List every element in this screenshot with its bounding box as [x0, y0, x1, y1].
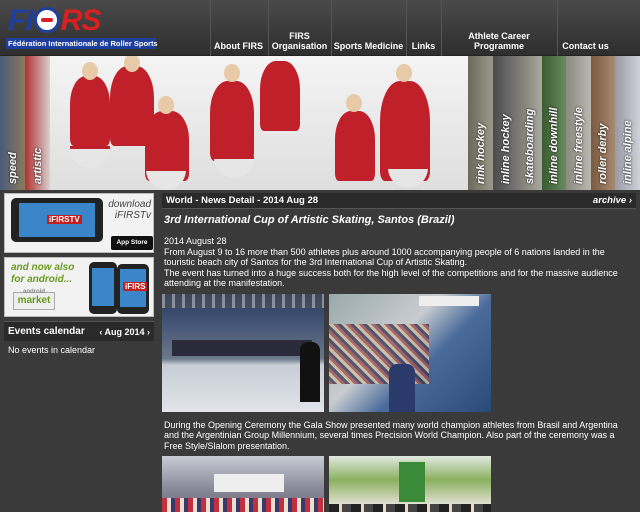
- archive-link[interactable]: archive ›: [593, 195, 632, 206]
- tab-inline-downhill[interactable]: inline downhill: [542, 56, 566, 190]
- sidebar: iFIRSTV download iFIRSTv App Store and no…: [4, 193, 157, 359]
- news-section-bar: World - News Detail - 2014 Aug 28 archiv…: [162, 193, 636, 209]
- tab-inline-hockey[interactable]: inline hockey: [493, 56, 518, 190]
- photo-crowd[interactable]: [329, 293, 491, 412]
- events-calendar-header: Events calendar ‹ Aug 2014 ›: [4, 321, 154, 341]
- android-promo-title: and now also for android...: [11, 262, 75, 285]
- banner-left-tabs: speed artistic: [0, 56, 50, 190]
- article-paragraph-1: From August 9 to 16 more than 500 athlet…: [164, 246, 605, 268]
- android-app-promo[interactable]: and now also for android... android marke…: [4, 257, 154, 317]
- tab-speed[interactable]: speed: [0, 56, 25, 190]
- photo-caption: During the Opening Ceremony the Gala Sho…: [164, 419, 618, 451]
- nav-firs-organisation[interactable]: FIRS Organisation: [268, 0, 330, 56]
- phone-icon: [89, 262, 117, 314]
- banner-photo-skaters: [50, 56, 468, 190]
- calendar-month-nav[interactable]: ‹ Aug 2014 ›: [99, 327, 150, 337]
- article-date: 2014 August 28: [164, 236, 227, 246]
- phone-icon-2: iFIRS: [117, 264, 149, 314]
- tab-roller-derby[interactable]: roller derby: [591, 56, 615, 190]
- ios-promo-title: download iFIRSTv: [108, 199, 151, 221]
- nav-about-firs[interactable]: About FIRS: [210, 0, 266, 56]
- nav-athlete-career-programme[interactable]: Athlete Career Programme: [441, 0, 556, 56]
- news-detail: World - News Detail - 2014 Aug 28 archiv…: [162, 193, 636, 512]
- calendar-empty-message: No events in calendar: [8, 345, 96, 355]
- article-headline: 3rd International Cup of Artistic Skatin…: [164, 214, 455, 226]
- photo-row-1: [162, 293, 636, 416]
- article-paragraph-2: The event has turned into a huge success…: [164, 267, 618, 289]
- tab-skateboarding[interactable]: skateboarding: [518, 56, 542, 190]
- nav-contact-us[interactable]: Contact us: [557, 0, 613, 56]
- events-calendar-title: Events calendar: [8, 326, 85, 337]
- tablet-icon: iFIRSTV: [11, 198, 103, 242]
- tab-inline-alpine[interactable]: inline alpine: [615, 56, 640, 190]
- nav-sports-medicine[interactable]: Sports Medicine: [331, 0, 405, 56]
- photo-row-2: [162, 456, 636, 512]
- banner-right-tabs: rink hockey inline hockey skateboarding …: [468, 56, 640, 190]
- photo-group-athletes[interactable]: [162, 456, 324, 512]
- ios-app-promo[interactable]: iFIRSTV download iFIRSTv App Store: [4, 193, 154, 253]
- breadcrumb: World - News Detail - 2014 Aug 28: [166, 195, 319, 206]
- app-store-badge[interactable]: App Store: [111, 236, 153, 250]
- site-header: FI RS Fédération Internationale de Roller…: [0, 0, 640, 56]
- photo-officials[interactable]: [329, 456, 491, 512]
- tab-artistic[interactable]: artistic: [25, 56, 50, 190]
- sports-banner: speed artistic rink hockey inline hockey: [0, 56, 640, 190]
- main-nav: About FIRS FIRS Organisation Sports Medi…: [0, 0, 640, 56]
- nav-links[interactable]: Links: [406, 0, 440, 56]
- android-market-badge[interactable]: android market: [13, 289, 55, 310]
- tab-inline-freestyle[interactable]: inline freestyle: [566, 56, 591, 190]
- tab-rink-hockey[interactable]: rink hockey: [468, 56, 493, 190]
- photo-arena[interactable]: [162, 293, 324, 412]
